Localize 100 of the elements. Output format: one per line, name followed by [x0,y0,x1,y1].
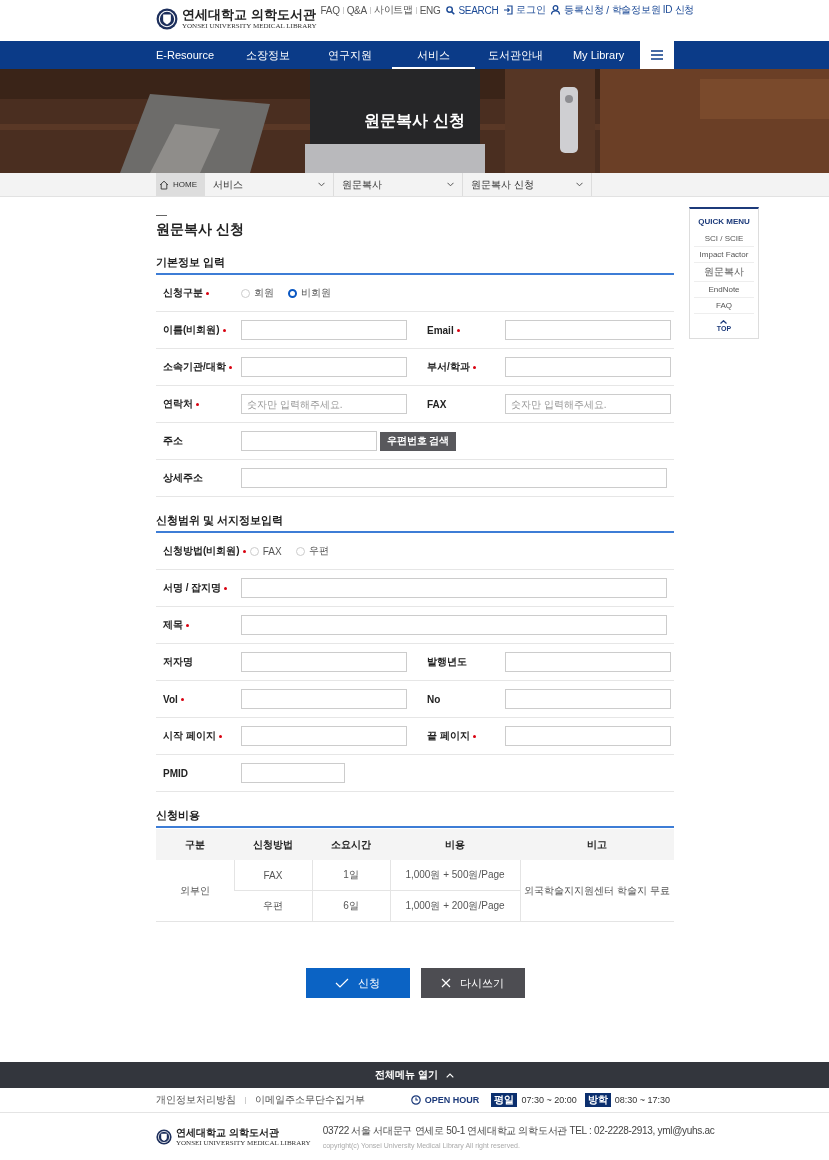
radio-label[interactable]: 우편 [308,544,329,558]
input-field[interactable] [505,357,671,377]
hours-time: 07:30 ~ 20:00 [521,1095,577,1105]
nav-tab[interactable]: 소장정보 [226,41,310,69]
logo-title[interactable]: 연세대학교 의학도서관 [182,7,317,22]
field-label: 이름(비회원) [163,323,220,337]
radio-label[interactable]: FAX [262,545,282,557]
input-field[interactable] [241,431,377,451]
footer-link[interactable]: 이메일주소무단수집거부 [255,1093,365,1107]
close-icon [441,978,451,988]
input-field[interactable] [241,615,667,635]
breadcrumb-dropdown[interactable]: 서비스 [205,173,334,196]
caret-up-icon [720,320,728,324]
home-icon [159,179,169,190]
top-link[interactable]: ENG [419,4,441,16]
login-link[interactable]: 로그인 [516,3,546,17]
breadcrumb-dropdown[interactable]: 원문복사 [334,173,463,196]
field-label: 끝 페이지 [427,729,470,743]
user-icon[interactable] [551,5,562,15]
top-link[interactable]: Q&A [346,4,367,16]
nav-tab[interactable]: 연구지원 [309,41,392,69]
field-label: 상세주소 [163,471,203,485]
table-cell: 외국학술지지원센터 학술지 무료 [520,860,674,922]
quick-menu-item[interactable]: FAQ [694,298,754,314]
input-field[interactable] [241,357,407,377]
chevron-down-icon [318,182,325,187]
input-field[interactable] [241,468,667,488]
postcode-search-button[interactable]: 우편번호 검색 [380,431,456,451]
input-field[interactable] [505,726,671,746]
breadcrumb-home[interactable]: HOME [156,173,205,196]
input-field[interactable] [241,726,407,746]
menu-button[interactable] [640,41,674,69]
field-label: 발행년도 [427,655,467,669]
chevron-down-icon [576,182,583,187]
search-link[interactable]: SEARCH [458,4,499,16]
field-label: 연락처 [163,397,193,411]
quick-menu-item[interactable]: EndNote [694,282,754,298]
id-request-link[interactable]: 학술정보원 ID 신청 [611,3,694,17]
table-cell: 우편 [234,890,312,922]
quick-menu-item[interactable]: Impact Factor [694,247,754,263]
table-cell: 1,000원 + 500원/Page [390,860,520,891]
field-label: 부서/학과 [427,360,470,374]
emblem-icon [156,1128,172,1145]
link-separator: / [606,4,609,16]
column-header: 구분 [156,829,234,860]
table-cell: 1일 [312,860,390,891]
input-field[interactable] [505,689,671,709]
register-link[interactable]: 등록신청 [564,3,604,17]
column-header: 소요시간 [312,829,390,860]
table-cell: 1,000원 + 200원/Page [390,890,520,922]
field-label: 신청구분 [163,286,203,300]
nav-tab[interactable]: My Library [557,41,640,69]
input-field[interactable] [241,578,667,598]
footer-logo-title: 연세대학교 의학도서관 [176,1126,280,1139]
top-link[interactable]: FAQ [320,4,340,16]
menu-icon [651,50,663,60]
footer-link[interactable]: 개인정보처리방침 [156,1093,236,1107]
input-field[interactable] [241,320,407,340]
input-field[interactable] [505,320,671,340]
quick-menu-item[interactable]: SCI / SCIE [694,231,754,247]
hours-badge: 방학 [584,1093,611,1107]
input-field[interactable]: 숫자만 입력해주세요. [241,394,407,414]
address-text: 03722 서울 서대문구 연세로 50-1 연세대학교 의학도서관 TEL : 02-2228-2913, yml@yuhs.ac [322,1124,715,1138]
input-field[interactable] [241,763,345,783]
input-field[interactable]: 숫자만 입력해주세요. [505,394,671,414]
hours-time: 08:30 ~ 17:30 [614,1095,670,1105]
radio-label[interactable]: 회원 [254,286,274,300]
page-title: 원문복사 신청 [156,221,245,239]
login-icon[interactable] [504,5,514,15]
input-field[interactable] [505,652,671,672]
field-label: 주소 [163,434,183,448]
breadcrumb-dropdown[interactable]: 원문복사 신청 [463,173,592,196]
section-title: 신청범위 및 서지정보입력 [156,513,674,533]
column-header: 신청방법 [234,829,312,860]
field-label: Vol [163,693,178,705]
nav-tab[interactable]: E-Resource [156,41,227,69]
hero-title: 원문복사 신청 [364,110,465,131]
top-link[interactable]: 사이트맵 [373,3,413,17]
nav-tab[interactable]: 도서관안내 [474,41,558,69]
field-label: 시작 페이지 [163,729,216,743]
submit-button[interactable]: 신청 [305,968,410,998]
table-cell: 외부인 [156,860,234,922]
radio-button[interactable] [288,288,297,298]
input-field[interactable] [241,689,407,709]
field-label: 신청방법(비회원) [163,544,240,558]
quick-menu-item[interactable]: 원문복사 [694,263,754,282]
full-menu-toggle[interactable]: 전체메뉴 열기 [0,1062,829,1088]
emblem-icon [156,7,178,30]
field-label: 소속기관/대학 [163,360,226,374]
reset-button[interactable]: 다시쓰기 [420,968,525,998]
search-icon[interactable] [446,5,456,15]
chevron-down-icon [447,182,454,187]
field-label: Email [427,324,454,336]
radio-label[interactable]: 비회원 [301,286,331,300]
field-label: 제목 [163,618,183,632]
field-label: 저자명 [163,655,193,669]
column-header: 비고 [520,829,674,860]
column-header: 비용 [390,829,520,860]
check-icon [335,978,349,988]
input-field[interactable] [241,652,407,672]
